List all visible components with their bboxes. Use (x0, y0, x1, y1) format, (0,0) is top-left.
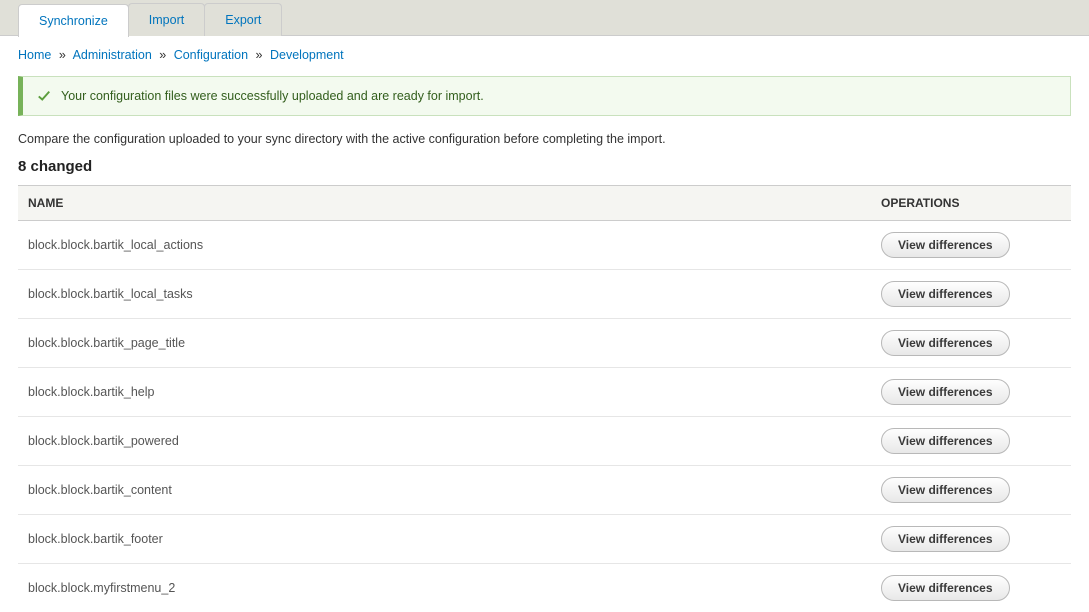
table-row: block.block.bartik_local_tasks View diffe… (18, 270, 1071, 319)
checkmark-icon (37, 89, 51, 103)
tab-synchronize[interactable]: Synchronize (18, 4, 129, 37)
config-name-cell: block.block.myfirstmenu_2 (18, 564, 871, 612)
view-differences-button[interactable]: View differences (881, 477, 1010, 503)
breadcrumb-sep: » (159, 48, 166, 62)
operations-cell: View differences (871, 466, 1071, 515)
tabs-bar: Synchronize Import Export (0, 0, 1089, 36)
operations-cell: View differences (871, 515, 1071, 564)
breadcrumb-administration[interactable]: Administration (73, 48, 152, 62)
table-row: block.block.myfirstmenu_2 View difference… (18, 564, 1071, 612)
table-row: block.block.bartik_content View differenc… (18, 466, 1071, 515)
breadcrumb-development[interactable]: Development (270, 48, 344, 62)
view-differences-button[interactable]: View differences (881, 281, 1010, 307)
main-content: Home » Administration » Configuration » … (0, 36, 1089, 612)
table-row: block.block.bartik_page_title View differ… (18, 319, 1071, 368)
config-name-cell: block.block.bartik_content (18, 466, 871, 515)
table-row: block.block.bartik_help View differences (18, 368, 1071, 417)
page-description: Compare the configuration uploaded to yo… (18, 132, 1071, 146)
config-name-cell: block.block.bartik_local_tasks (18, 270, 871, 319)
operations-cell: View differences (871, 221, 1071, 270)
config-table: NAME OPERATIONS block.block.bartik_local… (18, 185, 1071, 612)
config-name-cell: block.block.bartik_footer (18, 515, 871, 564)
view-differences-button[interactable]: View differences (881, 575, 1010, 601)
operations-cell: View differences (871, 564, 1071, 612)
view-differences-button[interactable]: View differences (881, 232, 1010, 258)
status-message-text: Your configuration files were successful… (61, 89, 484, 103)
operations-cell: View differences (871, 368, 1071, 417)
view-differences-button[interactable]: View differences (881, 379, 1010, 405)
breadcrumb: Home » Administration » Configuration » … (18, 48, 1071, 62)
breadcrumb-sep: » (256, 48, 263, 62)
config-name-cell: block.block.bartik_help (18, 368, 871, 417)
view-differences-button[interactable]: View differences (881, 330, 1010, 356)
table-row: block.block.bartik_footer View difference… (18, 515, 1071, 564)
changed-heading: 8 changed (18, 158, 1071, 175)
config-name-cell: block.block.bartik_page_title (18, 319, 871, 368)
status-message: Your configuration files were successful… (18, 76, 1071, 116)
view-differences-button[interactable]: View differences (881, 526, 1010, 552)
view-differences-button[interactable]: View differences (881, 428, 1010, 454)
operations-cell: View differences (871, 417, 1071, 466)
col-operations-header: OPERATIONS (871, 186, 1071, 221)
config-name-cell: block.block.bartik_powered (18, 417, 871, 466)
breadcrumb-sep: » (59, 48, 66, 62)
operations-cell: View differences (871, 319, 1071, 368)
breadcrumb-home[interactable]: Home (18, 48, 51, 62)
operations-cell: View differences (871, 270, 1071, 319)
config-name-cell: block.block.bartik_local_actions (18, 221, 871, 270)
col-name-header: NAME (18, 186, 871, 221)
tab-export[interactable]: Export (204, 3, 282, 36)
table-row: block.block.bartik_local_actions View dif… (18, 221, 1071, 270)
tabs-list: Synchronize Import Export (18, 0, 1071, 36)
table-row: block.block.bartik_powered View differenc… (18, 417, 1071, 466)
breadcrumb-configuration[interactable]: Configuration (174, 48, 248, 62)
tab-import[interactable]: Import (128, 3, 205, 36)
